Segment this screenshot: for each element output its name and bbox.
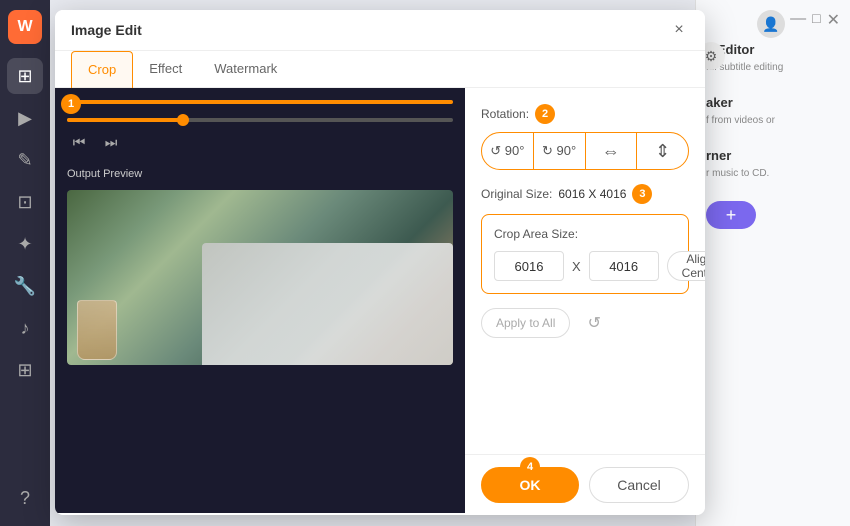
sidebar-item-audio[interactable]: ♪ [7,310,43,346]
tab-watermark[interactable]: Watermark [198,51,293,88]
output-image-simulation [67,190,453,365]
output-glass-cup [77,300,117,360]
step4-badge: 4 [520,457,540,477]
crop-area-title: Crop Area Size: [494,227,676,241]
app-logo: W [8,10,42,44]
crop-width-input[interactable] [494,251,564,281]
output-preview-image [67,190,453,365]
flip-horizontal-button[interactable]: ⇔ [586,133,638,169]
prev-button[interactable]: ⏮ [67,130,91,154]
sidebar-item-more[interactable]: ⊞ [7,352,43,388]
minimize-icon[interactable]: — [790,10,806,30]
rotate-ccw-button[interactable]: ↺ 90° [482,133,534,169]
sidebar-item-compress[interactable]: ⊡ [7,184,43,220]
align-center-button[interactable]: Align Center [667,251,705,281]
original-size-row: Original Size: 6016 X 4016 3 [481,184,689,204]
sidebar-item-edit[interactable]: ✎ [7,142,43,178]
crop-x-separator: X [572,259,581,274]
next-button[interactable]: ⏭ [99,130,123,154]
close-icon[interactable]: ✕ [827,10,840,30]
crop-inputs: X Align Center [494,251,676,281]
step2-badge: 2 [535,104,555,124]
maximize-icon[interactable]: □ [812,10,820,30]
burner-section: rner r music to CD. [706,148,840,181]
flip-vertical-button[interactable]: ⇕ [637,133,688,169]
maker-sub: f from videos or [706,114,840,128]
subtitle-editor-sub: ful subtitle editing [706,61,840,75]
step1-badge: 1 [61,94,81,114]
apply-all-button[interactable]: Apply to All [481,308,570,338]
right-action-button[interactable]: + [706,201,756,229]
bottom-controls: Apply to All ↺ [481,308,689,338]
preview-main-container: 1 ✛ [67,100,453,104]
modal-header: Image Edit × [55,10,705,51]
sidebar-item-media[interactable]: ▶ [7,100,43,136]
sidebar-item-home[interactable]: ⊞ [7,58,43,94]
modal-close-button[interactable]: × [669,20,689,40]
burner-sub: r music to CD. [706,167,840,181]
image-edit-modal: Image Edit × Crop Effect Watermark 1 [55,10,705,515]
right-panel: — □ ✕ e Editor ful subtitle editing aker… [695,0,850,526]
modal-footer: 4 OK Cancel [465,454,705,515]
crop-area-box: Crop Area Size: X Align Center [481,214,689,294]
output-preview-label: Output Preview [67,168,453,180]
crosshair-icon: ✛ [196,100,232,104]
tab-crop[interactable]: Crop [71,51,133,88]
ok-button-wrap: 4 OK [481,467,579,503]
sidebar: W ⊞ ▶ ✎ ⊡ ✦ 🔧 ♪ ⊞ ? [0,0,50,526]
cancel-button[interactable]: Cancel [589,467,689,503]
preview-area: 1 ✛ [55,88,465,513]
sidebar-item-tools[interactable]: 🔧 [7,268,43,304]
controls-area: Rotation: 2 ↺ 90° ↻ 90° ⇔ ⇕ Origina [465,88,705,513]
subtitle-editor-section: e Editor ful subtitle editing [706,42,840,75]
tab-bar: Crop Effect Watermark [55,51,705,88]
modal-title: Image Edit [71,22,142,38]
scrub-bar[interactable] [67,118,453,122]
transport-controls: ⏮ ⏭ [67,126,453,158]
maker-title: aker [706,95,840,110]
transport-bar: ⏮ ⏭ [67,114,453,158]
sidebar-item-effects[interactable]: ✦ [7,226,43,262]
preview-main-image: ✛ [67,100,453,104]
scrub-thumb[interactable] [177,114,189,126]
rotate-cw-button[interactable]: ↻ 90° [534,133,586,169]
move-cursor-icon: ✛ [206,100,223,104]
tab-effect[interactable]: Effect [133,51,198,88]
scrub-progress [67,118,183,122]
burner-title: rner [706,148,840,163]
crop-height-input[interactable] [589,251,659,281]
output-laptop-overlay [202,243,453,366]
rotation-label: Rotation: 2 [481,104,689,124]
step3-badge: 3 [632,184,652,204]
subtitle-editor-title: e Editor [706,42,840,57]
rotation-controls: ↺ 90° ↻ 90° ⇔ ⇕ [481,132,689,170]
maker-section: aker f from videos or [706,95,840,128]
sidebar-item-help[interactable]: ? [7,480,43,516]
user-icon[interactable]: 👤 [757,10,785,38]
reset-button[interactable]: ↺ [580,309,608,337]
modal-body: 1 ✛ [55,88,705,513]
